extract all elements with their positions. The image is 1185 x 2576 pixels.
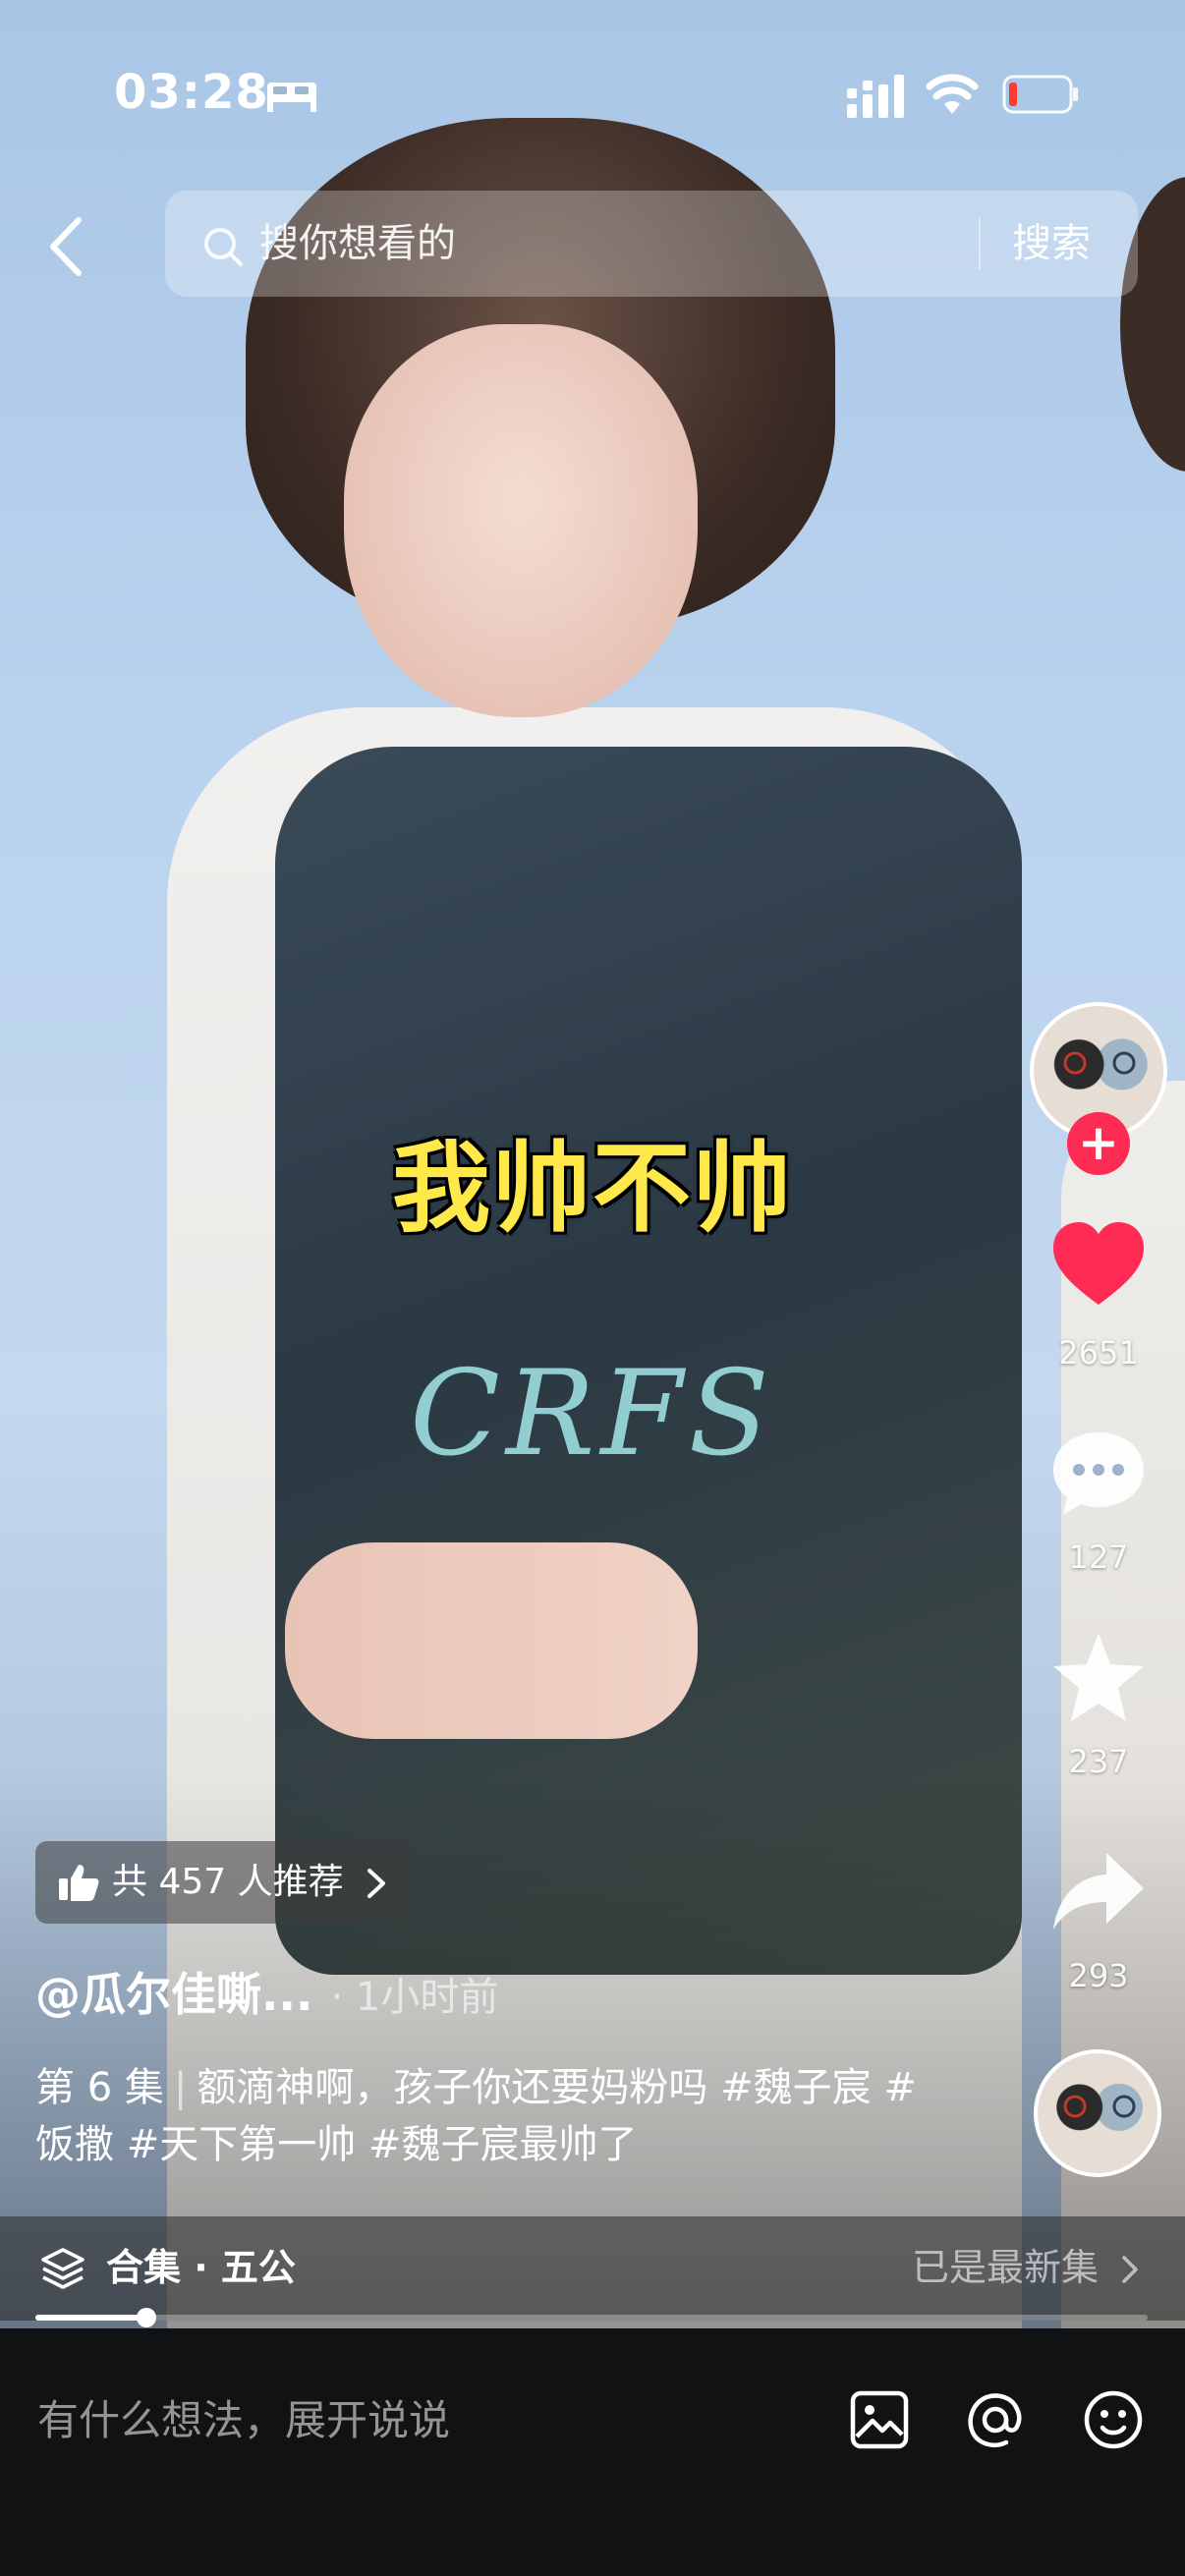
- search-bar[interactable]: 搜你想看的 搜索: [165, 191, 1138, 297]
- avatar-glasses-icon: [1063, 1051, 1136, 1075]
- chevron-right-icon: [1122, 2256, 1138, 2283]
- image-icon[interactable]: [847, 2387, 912, 2452]
- episode-label: 第 6 集: [35, 2065, 164, 2110]
- like-count: 2651: [1058, 1334, 1139, 1372]
- author-name[interactable]: @瓜尔佳嘶...: [35, 1968, 312, 2021]
- video-caption-overlay: 我帅不帅: [392, 1131, 793, 1246]
- recommend-chip[interactable]: 共 457 人推荐: [35, 1841, 411, 1924]
- video-watermark: CRFS: [410, 1346, 775, 1483]
- video-figure-hand: [285, 1542, 698, 1739]
- video-figure-face: [344, 324, 698, 717]
- follow-button[interactable]: +: [1067, 1112, 1130, 1175]
- search-divider: [979, 218, 981, 269]
- comment-count: 127: [1068, 1539, 1129, 1576]
- playback-progress-fill: [35, 2315, 147, 2321]
- avatar-glasses-icon: [1063, 2095, 1136, 2118]
- at-icon[interactable]: [963, 2387, 1028, 2452]
- collection-bar[interactable]: 合集 · 五公 已是最新集: [0, 2216, 1185, 2321]
- star-icon[interactable]: [1049, 1629, 1148, 1727]
- search-input[interactable]: 搜你想看的: [259, 214, 456, 273]
- post-time: · 1小时前: [330, 1975, 499, 2020]
- share-icon[interactable]: [1049, 1843, 1148, 1941]
- post-description[interactable]: 第 6 集 | 额滴神啊，孩子你还要妈粉吗 #魏子宸 #饭撒 #天下第一帅 #魏子宸…: [35, 2059, 920, 2173]
- layers-icon: [41, 2248, 85, 2289]
- heart-icon[interactable]: [1049, 1218, 1148, 1316]
- collection-status: 已是最新集: [912, 2246, 1100, 2289]
- search-button[interactable]: 搜索: [1012, 214, 1091, 273]
- author-line: @瓜尔佳嘶... · 1小时前: [35, 1963, 498, 2029]
- back-icon[interactable]: [43, 214, 92, 279]
- playback-progress[interactable]: [35, 2308, 1148, 2327]
- recommend-label: 共 457 人推荐: [112, 1862, 344, 1902]
- bed-icon: [267, 83, 316, 112]
- comment-bar: 有什么想法，展开说说: [0, 2328, 1185, 2576]
- comment-icon[interactable]: [1049, 1425, 1148, 1523]
- comment-input[interactable]: 有什么想法，展开说说: [37, 2391, 450, 2450]
- collection-avatar[interactable]: [1034, 2049, 1161, 2177]
- episode-separator: |: [173, 2065, 188, 2110]
- status-time: 03:28: [114, 65, 269, 120]
- signal-icon: [847, 75, 904, 118]
- search-icon: [204, 228, 243, 266]
- favorite-count: 237: [1068, 1743, 1129, 1780]
- status-bar: 03:28: [0, 0, 1185, 187]
- share-count: 293: [1068, 1957, 1129, 1994]
- battery-icon: [1002, 75, 1078, 114]
- emoji-icon[interactable]: [1081, 2387, 1146, 2452]
- thumbs-up-icon: [59, 1865, 99, 1901]
- wifi-icon: [926, 74, 979, 114]
- collection-label: 合集 · 五公: [106, 2246, 296, 2289]
- chevron-right-icon: [367, 1869, 385, 1898]
- post-text: 额滴神啊，孩子你还要妈粉吗 #魏子宸 #饭撒 #天下第一帅 #魏子宸最帅了: [35, 2065, 917, 2167]
